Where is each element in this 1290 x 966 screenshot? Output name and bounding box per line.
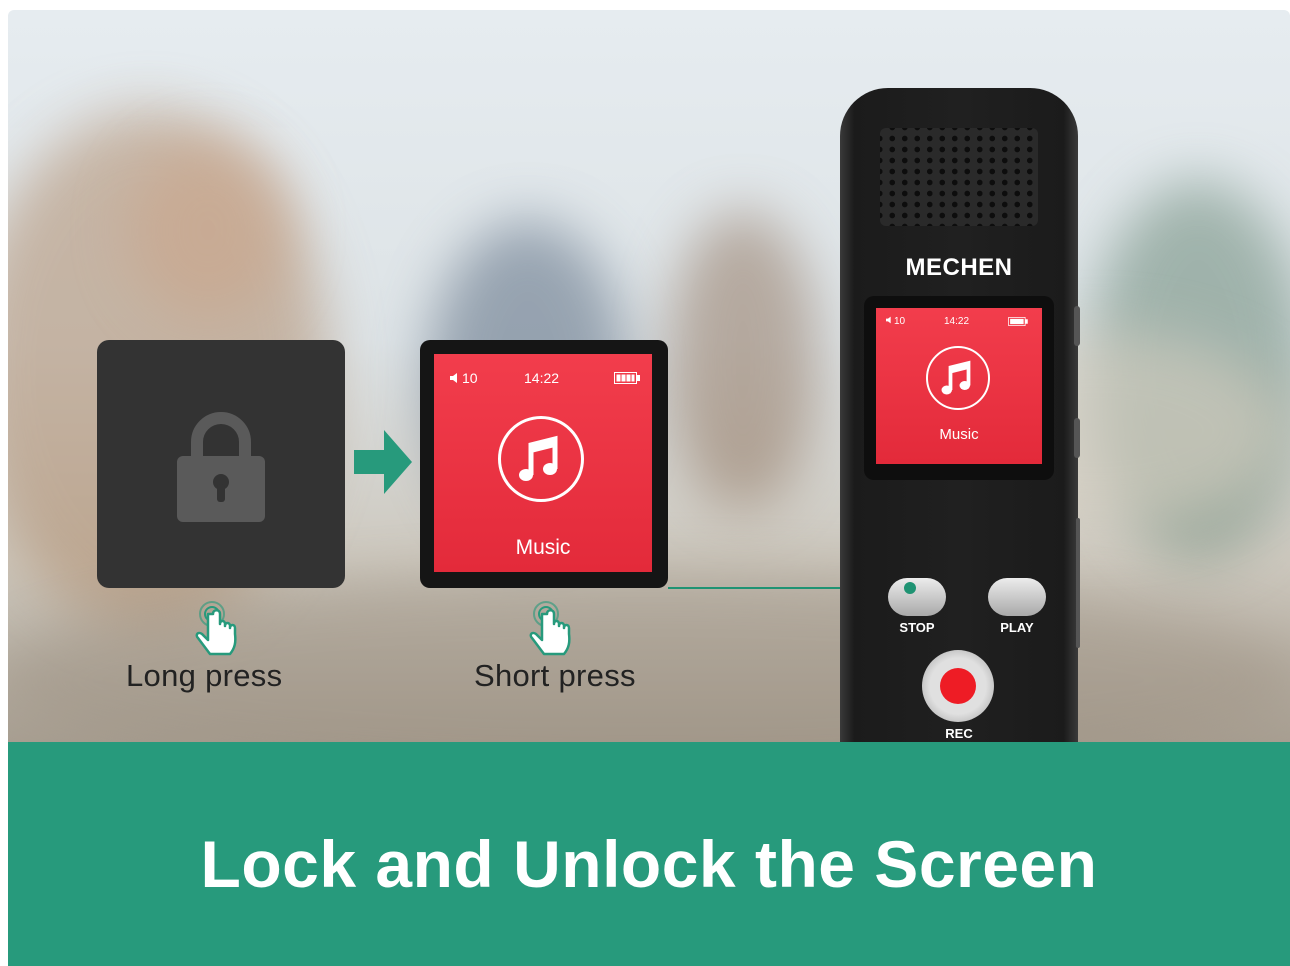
volume-indicator: 10 [450, 370, 478, 386]
tap-hand-icon [529, 601, 571, 656]
record-button[interactable] [922, 650, 994, 722]
clock-time: 14:22 [524, 370, 560, 386]
clock-time: 14:22 [944, 316, 970, 327]
short-press-caption: Short press [474, 658, 636, 693]
music-screen: 10 14:22 Music [434, 354, 652, 572]
battery-icon [614, 372, 640, 384]
music-app-button[interactable] [498, 416, 584, 502]
side-button[interactable] [1074, 418, 1080, 458]
play-button[interactable] [988, 578, 1046, 616]
arrow-right-icon [354, 430, 412, 494]
device-screen-frame: 10 14:22 Music [864, 296, 1054, 480]
music-app-button[interactable] [926, 346, 990, 410]
device-screen: 10 14:22 Music [876, 308, 1042, 464]
record-dot-icon [940, 668, 976, 704]
title-banner: Lock and Unlock the Screen [8, 742, 1290, 966]
play-label: PLAY [1000, 620, 1034, 635]
side-slider[interactable] [1076, 518, 1080, 648]
stop-label: STOP [899, 620, 935, 635]
volume-value: 10 [462, 370, 478, 386]
voice-recorder-device: MECHEN 10 14:22 Music STOP PLAY REC [840, 88, 1080, 768]
side-button[interactable] [1074, 306, 1080, 346]
music-label: Music [515, 536, 571, 559]
speaker-icon [450, 373, 457, 383]
tap-hand-icon [195, 601, 237, 656]
speaker-icon [886, 316, 891, 324]
unlocked-screen-card: 10 14:22 Music [420, 340, 668, 588]
stop-button[interactable] [888, 578, 946, 616]
padlock-icon [177, 412, 265, 522]
music-note-icon [519, 435, 558, 481]
volume-indicator: 10 [886, 316, 905, 327]
banner-title: Lock and Unlock the Screen [200, 827, 1098, 901]
microphone-grill [880, 128, 1038, 226]
long-press-caption: Long press [126, 658, 283, 693]
battery-icon [1008, 317, 1028, 326]
product-scene: 10 14:22 Music Long press Short press ME… [8, 10, 1290, 966]
rec-label: REC [945, 726, 973, 741]
locked-screen-card [97, 340, 345, 588]
brand-logo: MECHEN [905, 254, 1013, 281]
music-note-icon [941, 360, 971, 395]
volume-value: 10 [894, 316, 906, 327]
music-label: Music [939, 426, 979, 443]
callout-dot [904, 582, 916, 594]
